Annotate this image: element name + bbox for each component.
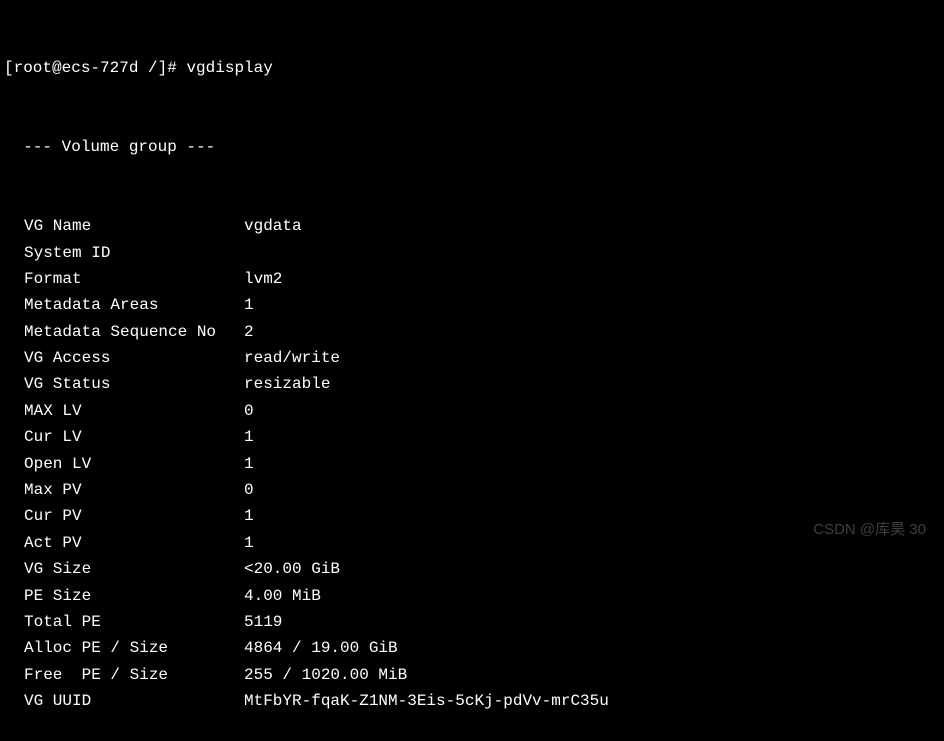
vg-row-value: MtFbYR-fqaK-Z1NM-3Eis-5cKj-pdVv-mrC35u bbox=[244, 688, 609, 714]
row-indent bbox=[4, 345, 24, 371]
vg-row-label: Metadata Areas bbox=[24, 292, 244, 318]
row-indent bbox=[4, 424, 24, 450]
vg-row-label: VG Access bbox=[24, 345, 244, 371]
row-indent bbox=[4, 662, 24, 688]
row-indent bbox=[4, 451, 24, 477]
vg-row: VG Namevgdata bbox=[4, 213, 940, 239]
vg-row-value: 1 bbox=[244, 424, 254, 450]
vg-row-value: 2 bbox=[244, 319, 254, 345]
vg-row-label: Alloc PE / Size bbox=[24, 635, 244, 661]
vg-row-label: Free PE / Size bbox=[24, 662, 244, 688]
row-indent bbox=[4, 398, 24, 424]
vg-row-label: Max PV bbox=[24, 477, 244, 503]
row-indent bbox=[4, 503, 24, 529]
vg-row: Open LV1 bbox=[4, 451, 940, 477]
vg-row: Alloc PE / Size4864 / 19.00 GiB bbox=[4, 635, 940, 661]
vg-row-value: 1 bbox=[244, 292, 254, 318]
vg-row-label: VG Size bbox=[24, 556, 244, 582]
vg-row-label: VG UUID bbox=[24, 688, 244, 714]
row-indent bbox=[4, 530, 24, 556]
vg-row-value: 255 / 1020.00 MiB bbox=[244, 662, 407, 688]
vg-row-value: 5119 bbox=[244, 609, 282, 635]
vg-row-value: lvm2 bbox=[244, 266, 282, 292]
vg-row-label: MAX LV bbox=[24, 398, 244, 424]
vg-row: MAX LV0 bbox=[4, 398, 940, 424]
vg-row-value: <20.00 GiB bbox=[244, 556, 340, 582]
vg-rows: VG Namevgdata System ID Formatlvm2 Metad… bbox=[4, 213, 940, 714]
vg-row-label: Cur LV bbox=[24, 424, 244, 450]
vg-row-value: vgdata bbox=[244, 213, 302, 239]
vg-row-value: 1 bbox=[244, 451, 254, 477]
vg-row-value: read/write bbox=[244, 345, 340, 371]
vg-row-label: Total PE bbox=[24, 609, 244, 635]
vg-row: Total PE5119 bbox=[4, 609, 940, 635]
row-indent bbox=[4, 240, 24, 266]
row-indent bbox=[4, 213, 24, 239]
command-text: vgdisplay bbox=[186, 55, 272, 81]
vg-row: Metadata Areas1 bbox=[4, 292, 940, 318]
vg-header: --- Volume group --- bbox=[4, 134, 940, 160]
shell-prompt: [root@ecs-727d /]# bbox=[4, 55, 186, 81]
row-indent bbox=[4, 371, 24, 397]
row-indent bbox=[4, 635, 24, 661]
vg-row-value: 4864 / 19.00 GiB bbox=[244, 635, 398, 661]
vg-row: VG Statusresizable bbox=[4, 371, 940, 397]
vg-row-value: 1 bbox=[244, 503, 254, 529]
row-indent bbox=[4, 583, 24, 609]
row-indent bbox=[4, 266, 24, 292]
vg-row-label: Metadata Sequence No bbox=[24, 319, 244, 345]
row-indent bbox=[4, 556, 24, 582]
vg-row: VG UUIDMtFbYR-fqaK-Z1NM-3Eis-5cKj-pdVv-m… bbox=[4, 688, 940, 714]
row-indent bbox=[4, 477, 24, 503]
vg-row: PE Size4.00 MiB bbox=[4, 583, 940, 609]
vg-row: VG Accessread/write bbox=[4, 345, 940, 371]
vg-row: Free PE / Size255 / 1020.00 MiB bbox=[4, 662, 940, 688]
vg-row-value: resizable bbox=[244, 371, 330, 397]
vg-row-value: 0 bbox=[244, 398, 254, 424]
vg-row: VG Size<20.00 GiB bbox=[4, 556, 940, 582]
vg-row-label: PE Size bbox=[24, 583, 244, 609]
vg-row-label: System ID bbox=[24, 240, 244, 266]
vg-row: System ID bbox=[4, 240, 940, 266]
vg-row: Cur LV1 bbox=[4, 424, 940, 450]
vg-row-label: VG Status bbox=[24, 371, 244, 397]
vg-row: Formatlvm2 bbox=[4, 266, 940, 292]
vg-row: Act PV1 bbox=[4, 530, 940, 556]
vg-row: Cur PV1 bbox=[4, 503, 940, 529]
vg-row-label: Act PV bbox=[24, 530, 244, 556]
vg-row: Metadata Sequence No2 bbox=[4, 319, 940, 345]
vg-row: Max PV0 bbox=[4, 477, 940, 503]
vg-row-label: Cur PV bbox=[24, 503, 244, 529]
terminal[interactable]: [root@ecs-727d /]# vgdisplay --- Volume … bbox=[4, 2, 940, 741]
prompt-line: [root@ecs-727d /]# vgdisplay bbox=[4, 55, 940, 81]
row-indent bbox=[4, 319, 24, 345]
row-indent bbox=[4, 609, 24, 635]
row-indent bbox=[4, 688, 24, 714]
vg-row-label: Format bbox=[24, 266, 244, 292]
vg-row-value: 0 bbox=[244, 477, 254, 503]
vg-row-label: VG Name bbox=[24, 213, 244, 239]
row-indent bbox=[4, 292, 24, 318]
vg-row-label: Open LV bbox=[24, 451, 244, 477]
vg-row-value: 4.00 MiB bbox=[244, 583, 321, 609]
vg-row-value: 1 bbox=[244, 530, 254, 556]
